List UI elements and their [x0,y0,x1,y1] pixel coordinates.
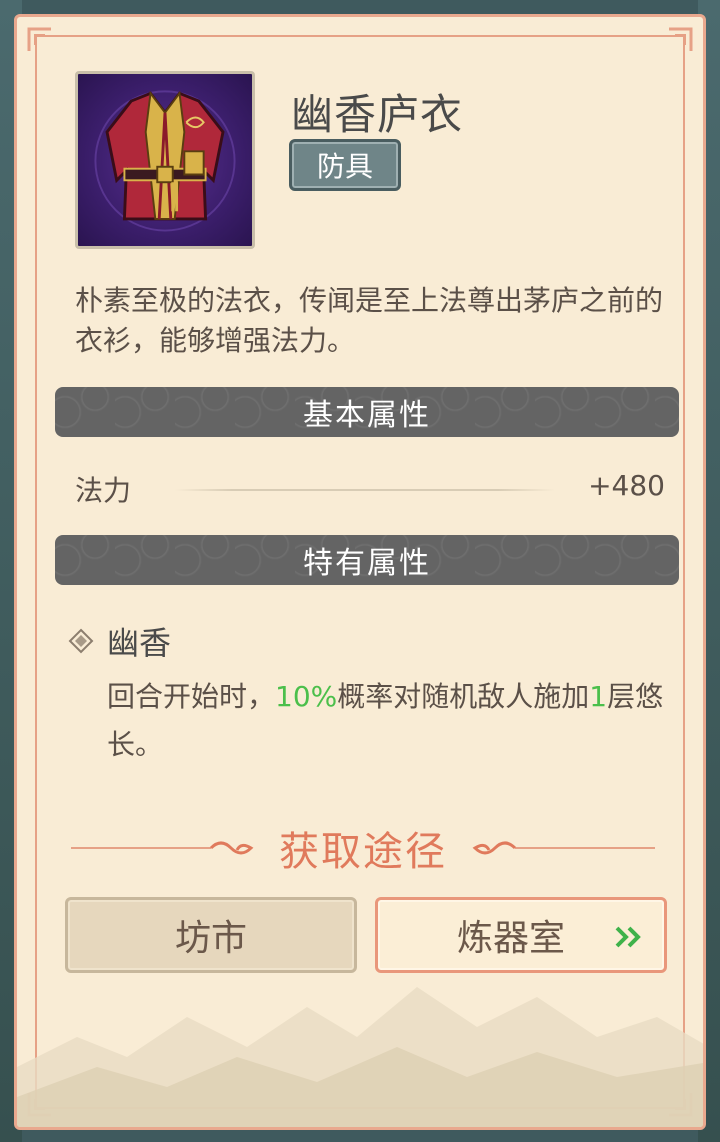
trait-desc-text: 概率对随机敌人施加 [337,680,590,713]
trait-description: 回合开始时，10%概率对随机敌人施加1层悠长。 [107,673,677,769]
item-description: 朴素至极的法衣，传闻是至上法尊出茅庐之前的衣衫，能够增强法力。 [75,284,664,357]
cloud-ornament-left [71,841,254,855]
corner-ornament [27,27,53,53]
cloud-ornament-right [472,841,655,855]
trait-name: 幽香 [107,624,172,662]
mountain-background [17,987,703,1127]
robe-icon [75,71,255,249]
item-name: 幽香庐衣 [291,90,464,139]
trait-desc-text: 回合开始时， [107,680,276,713]
trait-header: 幽香 [67,621,172,662]
obtain-header: 获取途径 [17,823,703,875]
stat-divider [175,489,555,491]
obtain-title: 获取途径 [279,829,447,875]
stat-value: +480 [588,469,665,502]
item-detail-card: 幽香庐衣 防具 朴素至极的法衣，传闻是至上法尊出茅庐之前的衣衫，能够增强法力。 … [14,14,706,1130]
item-type-badge: 防具 [289,139,401,191]
trait-chance-value: 10% [275,680,338,713]
basic-attributes-header: 基本属性 [55,387,679,437]
stat-row: 法力 +480 [75,469,665,509]
stat-name: 法力 [75,474,132,507]
special-attributes-header: 特有属性 [55,535,679,585]
trait-stack-value: 1 [589,680,608,713]
corner-ornament [667,27,693,53]
diamond-icon [67,627,95,655]
section-title: 基本属性 [303,398,431,433]
section-title: 特有属性 [303,546,431,581]
